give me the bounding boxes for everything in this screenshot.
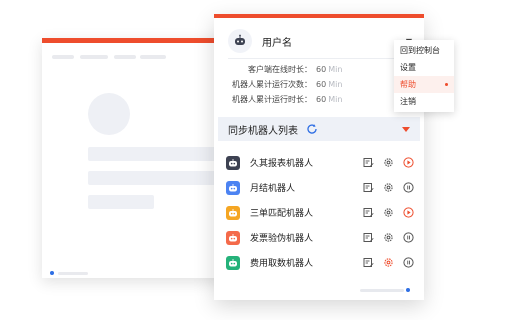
placeholder-bar [52,55,74,59]
placeholder-bar [140,55,166,59]
scroll-track [360,288,404,292]
indicator-dot [406,288,410,292]
stats-list: 客户端在线时长： 60 Min 机器人累计运行次数： 60 Min 机器人累计运… [214,62,364,107]
stat-online-time: 客户端在线时长： 60 Min [214,62,364,77]
robot-avatar-icon [228,29,252,53]
robot-name: 月结机器人 [250,184,296,194]
edit-log-icon[interactable] [362,182,374,194]
robot-icon [226,230,240,245]
robot-row: 久其报表机器人 [226,150,414,175]
edit-log-icon[interactable] [362,157,374,169]
robot-name: 久其报表机器人 [250,159,314,169]
stat-run-time: 机器人累计运行时长： 60 Min [214,92,364,107]
screen: 用户名 ▼ 客户端在线时长： 60 Min 机器人累计运行次数： 60 Min … [0,0,512,320]
sync-title: 同步机器人列表 [228,125,298,137]
edit-log-icon[interactable] [362,257,374,269]
stat-value: 60 [316,65,327,74]
placeholder-bar [114,55,136,59]
menu-item-label: 设置 [400,63,416,72]
stat-unit: Min [328,65,343,74]
placeholder-bar [88,171,218,185]
expand-caret-icon[interactable] [402,126,410,132]
robot-list: 久其报表机器人 月结机器人 三单匹配机器人 发票验伪机器人 费用取数机器人 [226,150,414,275]
stat-unit: Min [328,80,343,89]
pause-icon[interactable] [402,182,414,194]
placeholder-bar [58,272,88,275]
stat-unit: Min [328,95,343,104]
menu-item-console[interactable]: 回到控制台 [394,42,454,59]
menu-item-label: 帮助 [400,80,416,89]
menu-item-logout[interactable]: 注销 [394,93,454,110]
placeholder-bar [88,195,154,209]
robot-icon [226,155,240,170]
robot-client-panel: 用户名 ▼ 客户端在线时长： 60 Min 机器人累计运行次数： 60 Min … [214,14,424,300]
placeholder-avatar [88,93,130,135]
play-icon[interactable] [402,157,414,169]
refresh-icon[interactable] [306,123,318,135]
robot-name: 三单匹配机器人 [250,209,314,219]
user-dropdown-menu: 回到控制台 设置 帮助 注销 [394,40,454,112]
robot-row: 费用取数机器人 [226,250,414,275]
stat-label: 机器人累计运行次数： [232,80,312,89]
placeholder-bar [88,147,218,161]
placeholder-bar [80,55,108,59]
panel-footer [360,288,410,292]
menu-item-help[interactable]: 帮助 [394,76,454,93]
robot-row: 发票验伪机器人 [226,225,414,250]
gear-icon[interactable] [382,157,394,169]
edit-log-icon[interactable] [362,232,374,244]
stat-value: 60 [316,95,327,104]
robot-icon [226,205,240,220]
user-menu-trigger[interactable]: 用户名 ▼ [228,28,412,54]
edit-log-icon[interactable] [362,207,374,219]
divider [228,58,412,59]
menu-item-label: 回到控制台 [400,46,440,55]
pause-icon[interactable] [402,232,414,244]
stat-label: 机器人累计运行时长： [232,95,312,104]
robot-name: 发票验伪机器人 [250,234,314,244]
play-icon[interactable] [402,207,414,219]
notification-dot [445,83,448,86]
robot-icon [226,255,240,270]
gear-icon[interactable] [382,182,394,194]
username: 用户名 [262,37,292,49]
stat-label: 客户端在线时长： [248,65,312,74]
stat-run-count: 机器人累计运行次数： 60 Min [214,77,364,92]
robot-row: 月结机器人 [226,175,414,200]
gear-icon[interactable] [382,257,394,269]
stat-value: 60 [316,80,327,89]
menu-item-label: 注销 [400,97,416,106]
indicator-dot [50,271,54,275]
pause-icon[interactable] [402,257,414,269]
gear-icon[interactable] [382,207,394,219]
gear-icon[interactable] [382,232,394,244]
robot-icon [226,180,240,195]
menu-item-settings[interactable]: 设置 [394,59,454,76]
robot-name: 费用取数机器人 [250,259,314,269]
robot-row: 三单匹配机器人 [226,200,414,225]
sync-robot-list-bar[interactable]: 同步机器人列表 [218,117,420,141]
